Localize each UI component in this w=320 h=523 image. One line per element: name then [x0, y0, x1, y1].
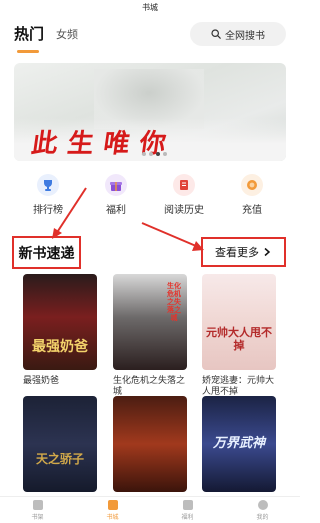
- nav-bookshelf[interactable]: 书架: [0, 497, 75, 523]
- cover-title: 生化危机之失落之城: [167, 282, 181, 322]
- nav-label: 书架: [31, 513, 44, 521]
- gift-icon: [182, 499, 193, 510]
- banner-dot-active[interactable]: [156, 152, 160, 156]
- book-cover[interactable]: [113, 396, 187, 492]
- nav-label: 福利: [181, 513, 194, 521]
- annotation-arrow-right: [141, 222, 204, 251]
- banner-dot[interactable]: [142, 152, 146, 156]
- quick-link-recharge[interactable]: 充值: [218, 168, 286, 220]
- coin-icon: [241, 174, 263, 196]
- cover-title: 天之骄子: [35, 452, 84, 466]
- quick-link-label: 福利: [106, 205, 126, 216]
- bottom-nav: 书架 书城 福利 我的: [0, 496, 300, 523]
- section-title: 新书速递: [18, 245, 75, 262]
- cover-title: 万界武神: [212, 436, 265, 451]
- search-icon: [211, 29, 221, 39]
- nav-label: 书城: [106, 513, 119, 521]
- banner-dot[interactable]: [149, 152, 153, 156]
- book-card[interactable]: [113, 396, 187, 498]
- book-title[interactable]: 最强奶爸: [23, 376, 97, 387]
- book-card[interactable]: 天之骄子: [23, 396, 97, 498]
- banner-dot[interactable]: [163, 152, 167, 156]
- book-title[interactable]: 娇宠逃妻：元帅大人甩不掉: [202, 376, 276, 398]
- bookshelf-icon: [32, 499, 43, 510]
- quick-link-history[interactable]: 阅读历史: [150, 168, 218, 220]
- tab-hot[interactable]: 热门: [14, 23, 44, 44]
- banner-pagination: [142, 152, 170, 156]
- nav-profile[interactable]: 我的: [225, 497, 300, 523]
- top-tabs: 热门 女频: [14, 18, 90, 44]
- promo-banner[interactable]: 此生唯你: [14, 63, 286, 161]
- nav-store[interactable]: 书城: [75, 497, 150, 523]
- book-cover[interactable]: 生化危机之失落之城: [113, 274, 187, 370]
- quick-link-label: 阅读历史: [164, 205, 204, 216]
- window-title: 书城: [142, 3, 158, 12]
- book-cover[interactable]: 最强奶爸: [23, 274, 97, 370]
- active-tab-indicator: [17, 50, 39, 53]
- book-cover[interactable]: 天之骄子: [23, 396, 97, 492]
- book-card[interactable]: 最强奶爸 最强奶爸: [23, 274, 97, 387]
- cover-title: 最强奶爸: [32, 339, 88, 355]
- annotation-arrow-left: [52, 187, 87, 239]
- book-card[interactable]: 生化危机之失落之城 生化危机之失落之城: [113, 274, 187, 398]
- history-icon: [173, 174, 195, 196]
- book-title[interactable]: 生化危机之失落之城: [113, 376, 187, 398]
- store-icon: [107, 499, 118, 510]
- book-card[interactable]: 元帅大人甩不掉 娇宠逃妻：元帅大人甩不掉: [202, 274, 276, 398]
- cover-title: 元帅大人甩不掉: [206, 326, 272, 352]
- book-cover[interactable]: 万界武神: [202, 396, 276, 492]
- user-icon: [257, 499, 268, 510]
- gift-icon: [105, 174, 127, 196]
- view-more-button[interactable]: 查看更多: [201, 237, 286, 267]
- quick-link-label: 充值: [242, 205, 262, 216]
- chevron-right-icon: [264, 247, 271, 257]
- nav-label: 我的: [256, 513, 269, 521]
- view-more-label: 查看更多: [215, 246, 259, 259]
- nav-welfare[interactable]: 福利: [150, 497, 225, 523]
- book-cover[interactable]: 元帅大人甩不掉: [202, 274, 276, 370]
- book-card[interactable]: 万界武神: [202, 396, 276, 498]
- search-label: 全网搜书: [225, 30, 265, 42]
- search-button[interactable]: 全网搜书: [190, 22, 286, 46]
- tab-female[interactable]: 女频: [56, 26, 78, 44]
